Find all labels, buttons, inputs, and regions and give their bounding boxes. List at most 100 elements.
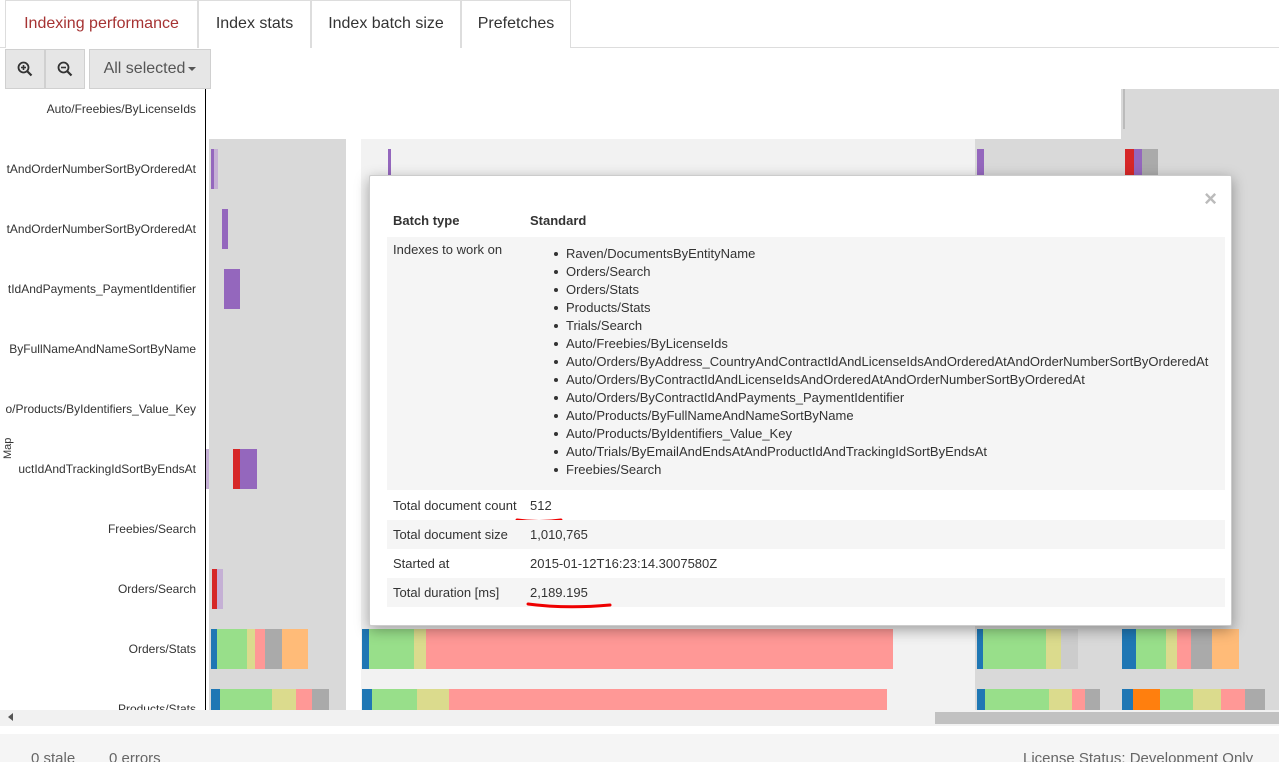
list-item: Auto/Trials/ByEmailAndEndsAtAndProductId… <box>552 443 1208 461</box>
work-segment[interactable] <box>1122 689 1133 710</box>
list-item: Products/Stats <box>552 299 1208 317</box>
zoom-in-button[interactable] <box>5 49 45 89</box>
row-label: o/Products/ByIdentifiers_Value_Key <box>5 402 196 416</box>
row-label: uctIdAndTrackingIdSortByEndsAt <box>18 462 196 476</box>
row-label: Freebies/Search <box>107 522 196 536</box>
list-item: Trials/Search <box>552 317 1208 335</box>
work-segment[interactable] <box>1166 629 1177 669</box>
tab-prefetches[interactable]: Prefetches <box>461 0 571 48</box>
batch-type-label: Batch type <box>393 213 460 228</box>
duration-row: Total duration [ms] 2,189.195 <box>387 578 1225 607</box>
row-label: tIdAndPayments_PaymentIdentifier <box>7 282 196 296</box>
list-item: Auto/Orders/ByAddress_CountryAndContract… <box>552 353 1208 371</box>
errors-count[interactable]: 0 errors <box>109 750 161 762</box>
work-segment[interactable] <box>426 629 893 669</box>
doc-size-value: 1,010,765 <box>530 527 588 542</box>
started-at-label: Started at <box>393 556 450 571</box>
status-footer: 0 stale 0 errors License Status: Develop… <box>0 734 1279 762</box>
license-status[interactable]: License Status: Development Only <box>1023 750 1253 762</box>
scroll-left-icon[interactable] <box>8 713 13 721</box>
scrollbar-thumb[interactable] <box>935 712 1279 724</box>
work-segment[interactable] <box>217 569 223 609</box>
started-at-row: Started at 2015-01-12T16:23:14.3007580Z <box>387 549 1225 578</box>
graph-axis <box>205 89 206 710</box>
work-segment[interactable] <box>362 689 372 710</box>
list-item: Raven/DocumentsByEntityName <box>552 245 1208 263</box>
tab-index-stats[interactable]: Index stats <box>198 0 311 48</box>
work-segment[interactable] <box>1160 689 1193 710</box>
work-segment[interactable] <box>206 449 209 489</box>
work-segment[interactable] <box>255 629 265 669</box>
doc-count-row: Total document count 512 <box>387 491 1225 520</box>
work-segment[interactable] <box>1191 629 1212 669</box>
row-label: tAndOrderNumberSortByOrderedAt <box>6 162 196 176</box>
work-segment[interactable] <box>372 689 417 710</box>
work-segment[interactable] <box>1133 689 1160 710</box>
work-segment[interactable] <box>983 629 1046 669</box>
work-segment[interactable] <box>217 629 247 669</box>
tab-indexing-performance[interactable]: Indexing performance <box>5 0 198 48</box>
work-segment[interactable] <box>247 629 255 669</box>
work-segment[interactable] <box>233 449 240 489</box>
work-segment[interactable] <box>1061 629 1078 669</box>
work-segment[interactable] <box>1221 689 1245 710</box>
row-label: Orders/Stats <box>128 642 196 656</box>
row-label: ByFullNameAndNameSortByName <box>9 342 196 356</box>
horizontal-scrollbar[interactable] <box>0 710 1279 726</box>
zoom-in-icon <box>17 61 33 77</box>
zoom-out-button[interactable] <box>45 49 85 89</box>
work-segment[interactable] <box>414 629 426 669</box>
index-filter-dropdown[interactable]: All selected <box>89 49 211 89</box>
work-segment[interactable] <box>417 689 449 710</box>
chevron-down-icon <box>188 66 197 71</box>
row-label: tAndOrderNumberSortByOrderedAt <box>6 222 196 236</box>
work-segment[interactable] <box>220 689 272 710</box>
work-segment[interactable] <box>1212 629 1239 669</box>
work-segment[interactable] <box>222 209 228 249</box>
list-item: Auto/Orders/ByContractIdAndPayments_Paym… <box>552 389 1208 407</box>
work-segment[interactable] <box>369 629 414 669</box>
work-segment[interactable] <box>1046 629 1061 669</box>
tab-index-batch-size[interactable]: Index batch size <box>311 0 461 48</box>
work-segment[interactable] <box>214 149 218 189</box>
index-filter-label: All selected <box>103 60 186 77</box>
work-segment[interactable] <box>1085 689 1100 710</box>
batch-details-tooltip: × Batch type Standard Indexes to work on… <box>369 175 1232 626</box>
list-item: Orders/Stats <box>552 281 1208 299</box>
work-segment[interactable] <box>265 629 282 669</box>
indexes-row: Indexes to work on Raven/DocumentsByEnti… <box>387 237 1225 490</box>
doc-count-label: Total document count <box>393 498 517 513</box>
work-segment[interactable] <box>985 689 1049 710</box>
work-segment[interactable] <box>224 269 240 309</box>
list-item: Auto/Products/ByIdentifiers_Value_Key <box>552 425 1208 443</box>
duration-label: Total duration [ms] <box>393 585 500 600</box>
work-segment[interactable] <box>1049 689 1072 710</box>
work-segment[interactable] <box>1193 689 1221 710</box>
row-label: Auto/Freebies/ByLicenseIds <box>46 102 196 116</box>
work-segment[interactable] <box>449 689 887 710</box>
work-segment[interactable] <box>240 449 257 489</box>
tab-bar: Indexing performance Index stats Index b… <box>0 0 1279 48</box>
work-segment[interactable] <box>1072 689 1085 710</box>
work-segment[interactable] <box>1177 629 1191 669</box>
work-segment[interactable] <box>1122 629 1136 669</box>
work-segment[interactable] <box>312 689 329 710</box>
red-underline-annotation <box>526 602 612 609</box>
work-segment[interactable] <box>282 629 308 669</box>
work-segment[interactable] <box>977 689 985 710</box>
doc-size-label: Total document size <box>393 527 508 542</box>
row-label: Orders/Search <box>117 582 196 596</box>
work-segment[interactable] <box>296 689 312 710</box>
stale-count[interactable]: 0 stale <box>31 750 75 762</box>
work-segment[interactable] <box>1245 689 1265 710</box>
list-item: Auto/Orders/ByContractIdAndLicenseIdsAnd… <box>552 371 1208 389</box>
work-segment[interactable] <box>272 689 296 710</box>
work-segment[interactable] <box>1136 629 1166 669</box>
indexes-list: Raven/DocumentsByEntityName Orders/Searc… <box>552 245 1208 479</box>
batch-type-row: Batch type Standard <box>387 206 1225 236</box>
batch-lane <box>209 139 346 710</box>
work-segment[interactable] <box>211 689 220 710</box>
work-segment[interactable] <box>362 629 369 669</box>
list-item: Freebies/Search <box>552 461 1208 479</box>
indexes-label: Indexes to work on <box>393 242 503 257</box>
